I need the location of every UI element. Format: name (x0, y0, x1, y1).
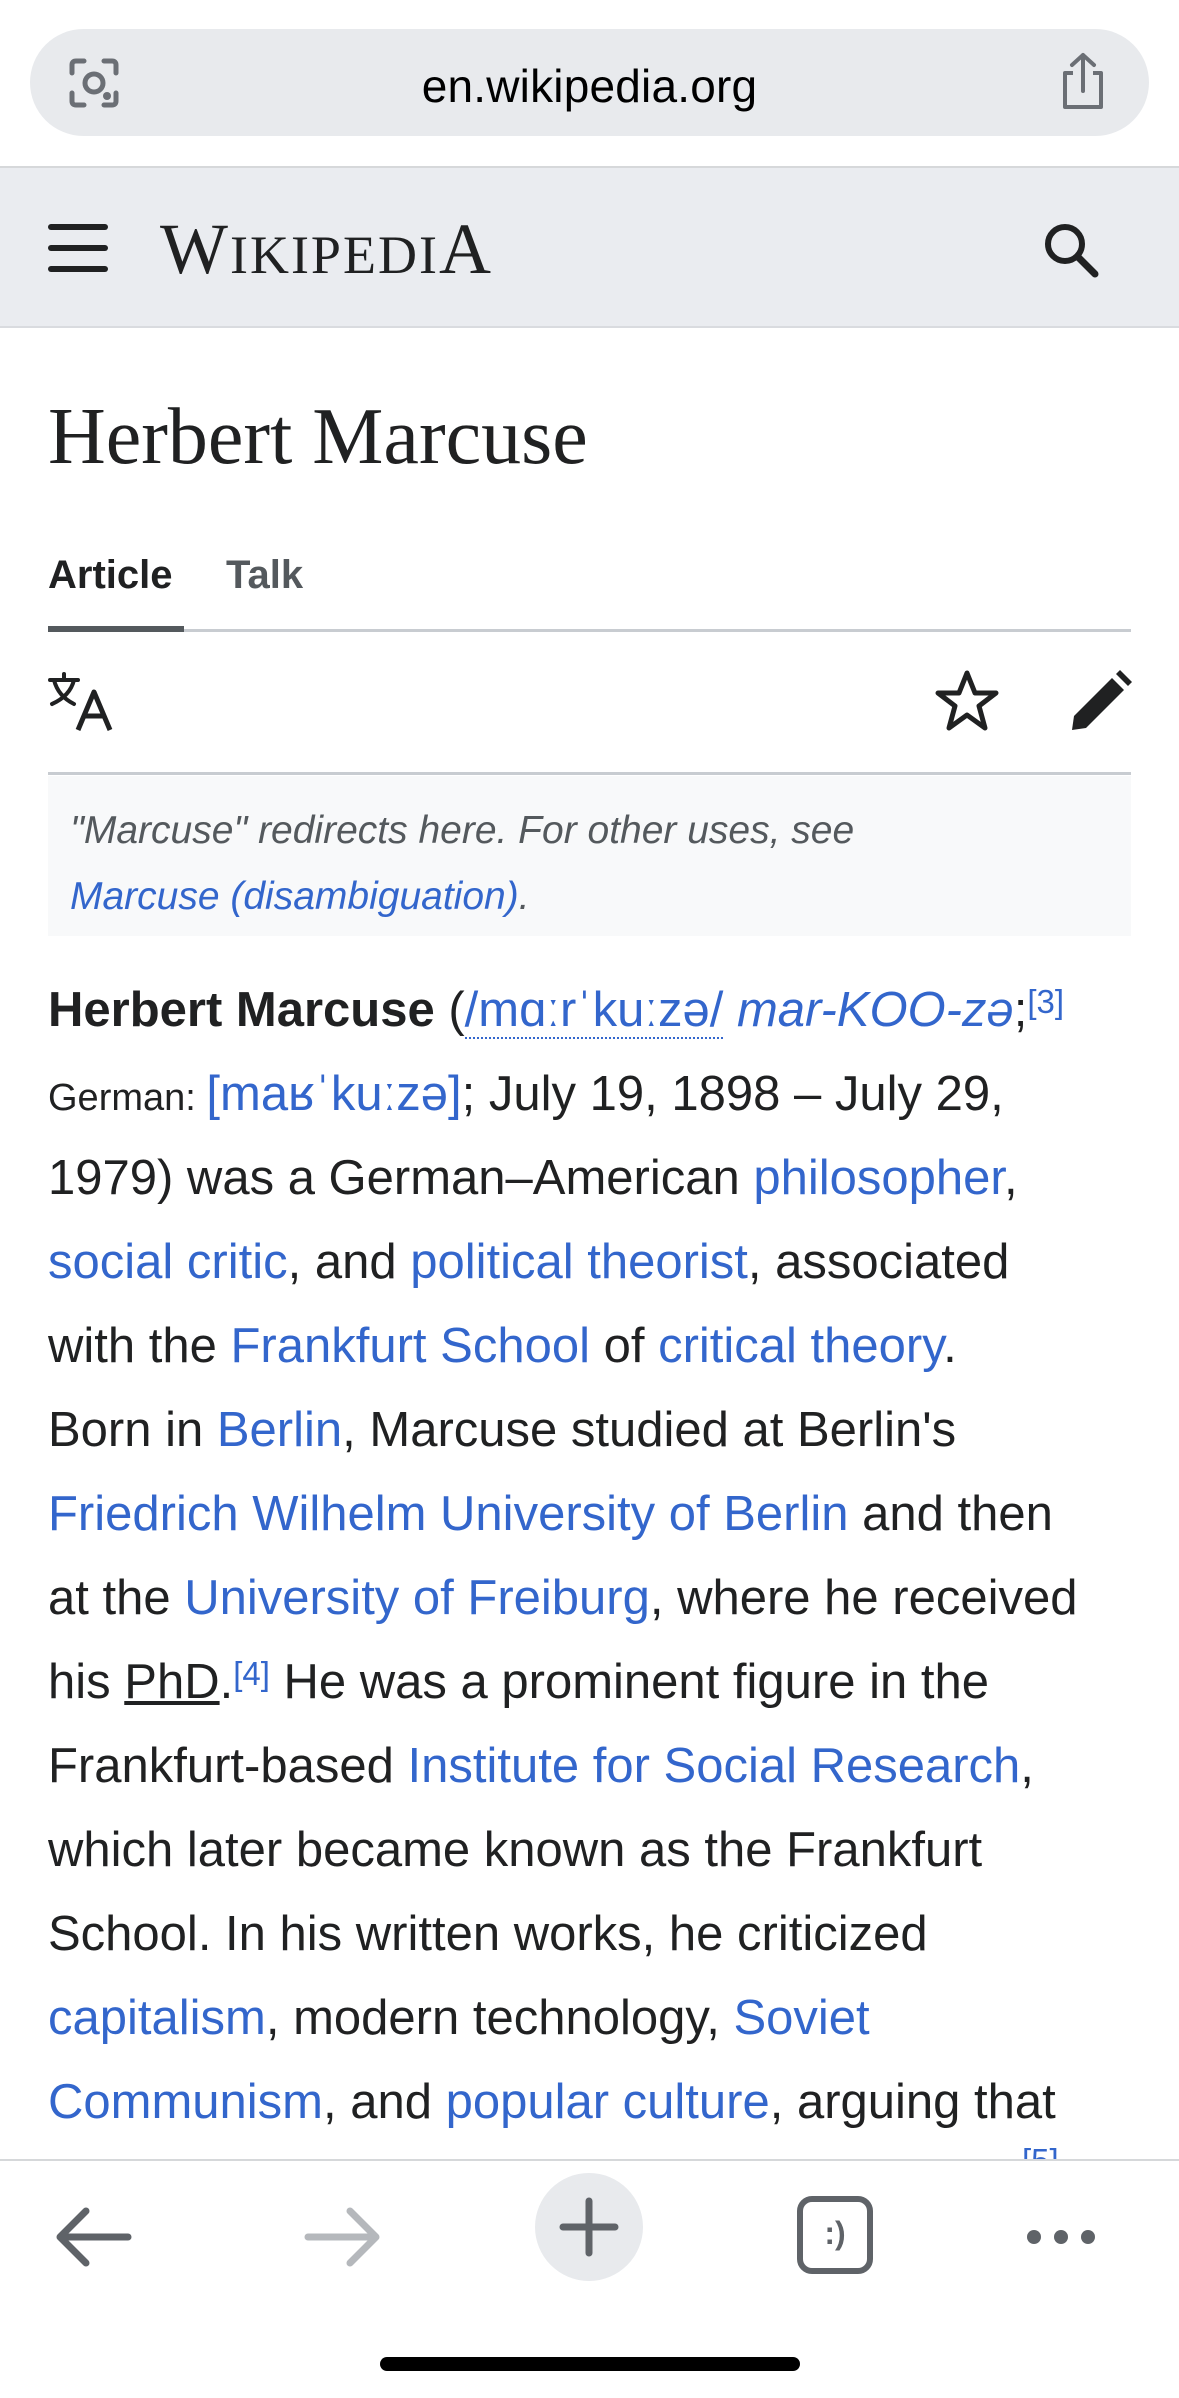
namespace-tabs: Article Talk (48, 545, 1131, 632)
edit-pencil-icon[interactable] (1068, 670, 1132, 734)
share-icon[interactable] (1055, 51, 1111, 113)
article-lead-paragraph: Herbert Marcuse (/mɑːrˈkuːzə/ mar-KOO-zə… (48, 968, 1138, 2144)
page-title: Herbert Marcuse (48, 393, 588, 481)
link-philosopher[interactable]: philosopher (753, 1151, 1004, 1205)
text-line: German: [maʁˈkuːzə]; July 19, 1898 – Jul… (48, 1067, 1004, 1121)
text-line: with the Frankfurt School of critical th… (48, 1319, 957, 1373)
text-line: which later became known as the Frankfur… (48, 1823, 983, 1877)
link-friedrich-wilhelm-university[interactable]: Friedrich Wilhelm University of Berlin (48, 1487, 849, 1541)
text-line: School. In his written works, he critici… (48, 1907, 928, 1961)
page-actions (48, 632, 1132, 775)
new-tab-button[interactable] (535, 2173, 643, 2281)
hatnote-text: "Marcuse" redirects here. For other uses… (70, 809, 855, 852)
tabs-overview-button[interactable]: :) (780, 2185, 890, 2285)
text-line: capitalism, modern technology, Soviet (48, 1991, 870, 2045)
tab-article[interactable]: Article (48, 553, 173, 598)
reference-3-link[interactable]: [3] (1027, 983, 1064, 1020)
hatnote-disambiguation-link[interactable]: Marcuse (disambiguation) (70, 875, 519, 918)
link-capitalism[interactable]: capitalism (48, 1991, 266, 2045)
hatnote: "Marcuse" redirects here. For other uses… (48, 776, 1131, 936)
ipa-link[interactable]: /mɑːrˈkuːzə/ (464, 983, 724, 1039)
more-options-icon[interactable] (1006, 2187, 1116, 2287)
text-line: at the University of Freiburg, where he … (48, 1571, 1078, 1625)
home-indicator[interactable] (380, 2357, 800, 2371)
wikipedia-wordmark[interactable]: WIKIPEDIA (160, 208, 493, 291)
tab-talk[interactable]: Talk (226, 553, 303, 598)
text-line: Herbert Marcuse (/mɑːrˈkuːzə/ mar-KOO-zə… (48, 983, 1065, 1039)
search-icon[interactable] (1039, 218, 1103, 282)
link-university-of-freiburg[interactable]: University of Freiburg (184, 1571, 650, 1625)
link-soviet-communism-cont[interactable]: Communism (48, 2075, 323, 2129)
german-ipa-link[interactable]: [maʁˈkuːzə] (206, 1067, 461, 1121)
text-line: Frankfurt-based Institute for Social Res… (48, 1739, 1034, 1793)
wikipedia-header: WIKIPEDIA (0, 168, 1179, 328)
link-phd[interactable]: PhD (124, 1655, 219, 1709)
plus-icon (559, 2197, 619, 2257)
browser-bottom-toolbar: :) (0, 2159, 1179, 2398)
link-frankfurt-school[interactable]: Frankfurt School (230, 1319, 590, 1373)
text-line: 1979) was a German–American philosopher, (48, 1151, 1018, 1205)
german-label: German: (48, 1077, 207, 1119)
text-line: Friedrich Wilhelm University of Berlin a… (48, 1487, 1053, 1541)
language-icon[interactable] (48, 670, 114, 734)
link-political-theorist[interactable]: political theorist (410, 1235, 748, 1289)
forward-arrow-icon[interactable] (286, 2187, 396, 2287)
respelling-link[interactable]: mar-KOO-zə (723, 983, 1014, 1037)
text-line: Born in Berlin, Marcuse studied at Berli… (48, 1403, 957, 1457)
text-line: Communism, and popular culture, arguing … (48, 2075, 1056, 2129)
subject-name-bold: Herbert Marcuse (48, 983, 435, 1037)
text-line: his PhD.[4] He was a prominent figure in… (48, 1655, 989, 1709)
main-menu-icon[interactable] (48, 224, 108, 272)
text-line: social critic, and political theorist, a… (48, 1235, 1010, 1289)
star-watch-icon[interactable] (934, 668, 1000, 734)
link-popular-culture[interactable]: popular culture (446, 2075, 770, 2129)
link-critical-theory[interactable]: critical theory (658, 1319, 943, 1373)
back-arrow-icon[interactable] (40, 2187, 150, 2287)
tabs-glyph: :) (824, 2215, 846, 2251)
browser-top-bar: en.wikipedia.org (0, 0, 1179, 168)
link-soviet-communism[interactable]: Soviet (733, 1991, 869, 2045)
link-social-critic[interactable]: social critic (48, 1235, 288, 1289)
link-berlin[interactable]: Berlin (217, 1403, 342, 1457)
address-bar[interactable]: en.wikipedia.org (30, 29, 1149, 136)
reference-4-link[interactable]: [4] (233, 1655, 270, 1692)
link-institute-for-social-research[interactable]: Institute for Social Research (408, 1739, 1021, 1793)
url-text[interactable]: en.wikipedia.org (30, 59, 1149, 113)
